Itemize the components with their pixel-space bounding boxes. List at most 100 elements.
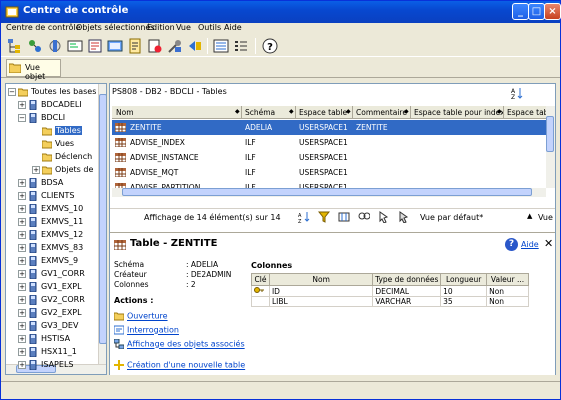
col-header[interactable]: Longueur xyxy=(440,273,488,286)
expand-toggle-icon[interactable]: + xyxy=(18,270,26,278)
expand-toggle-icon[interactable]: + xyxy=(18,322,26,330)
table-row[interactable]: ADVISE_PARTITION ILF USERSPACE1 xyxy=(112,180,546,188)
help-label[interactable]: Aide xyxy=(521,240,539,249)
minimize-button[interactable]: _ xyxy=(512,3,529,20)
col-espace-index[interactable]: Espace table pour index xyxy=(414,108,505,117)
close-details-icon[interactable]: ✕ xyxy=(544,237,553,250)
expand-toggle-icon[interactable]: − xyxy=(18,114,26,122)
expand-toggle-icon[interactable]: + xyxy=(18,218,26,226)
expand-toggle-icon[interactable]: + xyxy=(18,205,26,213)
satellite-icon[interactable] xyxy=(47,38,63,54)
sort-arrow-icon[interactable]: ◆ xyxy=(497,108,502,115)
expand-toggle-icon[interactable]: + xyxy=(18,179,26,187)
col-commentaire[interactable]: Commentaire xyxy=(356,108,407,117)
action-query[interactable]: Interrogation xyxy=(114,325,179,335)
table-row[interactable]: ID DECIMAL 10 Non xyxy=(251,285,529,297)
prop-key: Créateur xyxy=(114,270,147,279)
details-view-icon[interactable] xyxy=(213,38,229,54)
replication-icon[interactable] xyxy=(27,38,43,54)
create-table-link[interactable]: Création d'une nouvelle table xyxy=(114,360,245,370)
table-row[interactable]: LIBL VARCHAR 35 Non xyxy=(251,296,529,307)
col-header[interactable]: Type de données xyxy=(372,273,442,286)
license-icon[interactable] xyxy=(147,38,163,54)
object-view-tab[interactable]: Vue objet xyxy=(6,59,61,81)
select-all-icon[interactable] xyxy=(378,211,390,223)
col-schema[interactable]: Schéma xyxy=(245,108,275,117)
find-icon[interactable] xyxy=(358,211,370,223)
action-open[interactable]: Ouverture xyxy=(114,311,168,321)
tree-vertical-scrollbar[interactable] xyxy=(98,84,106,364)
expand-toggle-icon[interactable]: + xyxy=(18,257,26,265)
col-divider[interactable] xyxy=(241,106,242,119)
col-divider[interactable] xyxy=(410,106,411,119)
col-divider[interactable] xyxy=(503,106,504,119)
expand-toggle-icon[interactable]: + xyxy=(18,283,26,291)
deselect-icon[interactable] xyxy=(398,211,410,223)
table-row[interactable]: ADVISE_INDEX ILF USERSPACE1 xyxy=(112,135,546,150)
sort-arrow-icon[interactable]: ◆ xyxy=(235,108,240,115)
expand-toggle-icon[interactable]: + xyxy=(18,296,26,304)
expand-toggle-icon[interactable]: + xyxy=(18,348,26,356)
col-nom[interactable]: Nom xyxy=(116,108,134,117)
sort-icon[interactable]: AZ xyxy=(510,86,524,100)
table-row[interactable]: ADVISE_MQT ILF USERSPACE1 xyxy=(112,165,546,180)
grid-horizontal-scrollbar[interactable] xyxy=(112,188,546,197)
expand-toggle-icon[interactable]: + xyxy=(18,244,26,252)
menu-centre[interactable]: Centre de contrôle xyxy=(6,23,81,32)
expand-toggle-icon[interactable]: + xyxy=(18,101,26,109)
action-query-label: Interrogation xyxy=(127,325,179,335)
scroll-thumb[interactable] xyxy=(99,94,106,344)
view-dropdown-arrow-icon[interactable]: ▲ xyxy=(527,212,532,220)
expand-toggle-icon[interactable]: + xyxy=(18,335,26,343)
menu-objets[interactable]: Objets sélectionnés xyxy=(76,23,154,32)
scroll-thumb[interactable] xyxy=(122,188,532,196)
dev-center-icon[interactable] xyxy=(187,38,203,54)
filter-icon[interactable] xyxy=(318,211,330,223)
menu-vue[interactable]: Vue xyxy=(176,23,191,32)
col-header[interactable]: Clé xyxy=(251,273,270,286)
maximize-button[interactable]: □ xyxy=(528,3,545,20)
view-selector[interactable]: Vue par défaut* xyxy=(420,213,483,222)
col-divider[interactable] xyxy=(352,106,353,119)
customize-columns-icon[interactable] xyxy=(338,211,350,223)
col-divider[interactable] xyxy=(295,106,296,119)
action-related-label: Affichage des objets associés xyxy=(127,339,245,349)
col-header[interactable]: Nom xyxy=(268,273,374,286)
title-bar[interactable]: Centre de contrôle _ □ × xyxy=(1,1,561,23)
action-related[interactable]: Affichage des objets associés xyxy=(114,339,245,349)
journal-icon[interactable] xyxy=(127,38,143,54)
menu-aide[interactable]: Aide xyxy=(224,23,242,32)
col-espace-table[interactable]: Espace table xyxy=(299,108,347,117)
svg-text:Z: Z xyxy=(511,94,515,100)
col-espace-table-2[interactable]: Espace table xyxy=(507,108,546,117)
scroll-thumb[interactable] xyxy=(546,116,554,152)
expand-toggle-icon[interactable]: − xyxy=(8,88,16,96)
item-count: Affichage de 14 élément(s) sur 14 xyxy=(144,213,281,222)
table-row[interactable]: ZENTITE ADELIA USERSPACE1 ZENTITE xyxy=(112,120,546,135)
expand-toggle-icon[interactable]: + xyxy=(18,192,26,200)
expand-toggle-icon[interactable]: + xyxy=(18,231,26,239)
help-icon[interactable]: ? xyxy=(262,38,278,54)
menu-edition[interactable]: Edition xyxy=(147,23,175,32)
database-icon xyxy=(29,178,37,188)
expand-toggle-icon[interactable]: + xyxy=(32,166,40,174)
sort-icon[interactable]: AZ xyxy=(298,211,310,223)
sort-arrow-icon[interactable]: ◆ xyxy=(346,108,351,115)
col-header[interactable]: Valeur ... xyxy=(486,273,529,286)
expand-toggle-icon[interactable]: + xyxy=(18,309,26,317)
task-center-icon[interactable] xyxy=(87,38,103,54)
tree-icon[interactable] xyxy=(7,38,23,54)
tools-icon[interactable] xyxy=(167,38,183,54)
command-editor-icon[interactable] xyxy=(67,38,83,54)
health-center-icon[interactable] xyxy=(107,38,123,54)
close-button[interactable]: × xyxy=(544,3,561,20)
toolbar-separator xyxy=(207,38,208,54)
menu-bar: Centre de contrôle Objets sélectionnés E… xyxy=(1,23,560,35)
expand-toggle-icon[interactable]: + xyxy=(18,361,26,369)
sort-arrow-icon[interactable]: ◆ xyxy=(404,108,409,115)
sort-arrow-icon[interactable]: ◆ xyxy=(289,108,294,115)
grid-vertical-scrollbar[interactable] xyxy=(546,106,555,188)
table-row[interactable]: ADVISE_INSTANCE ILF USERSPACE1 xyxy=(112,150,546,165)
list-view-icon[interactable] xyxy=(233,38,249,54)
menu-outils[interactable]: Outils xyxy=(198,23,221,32)
